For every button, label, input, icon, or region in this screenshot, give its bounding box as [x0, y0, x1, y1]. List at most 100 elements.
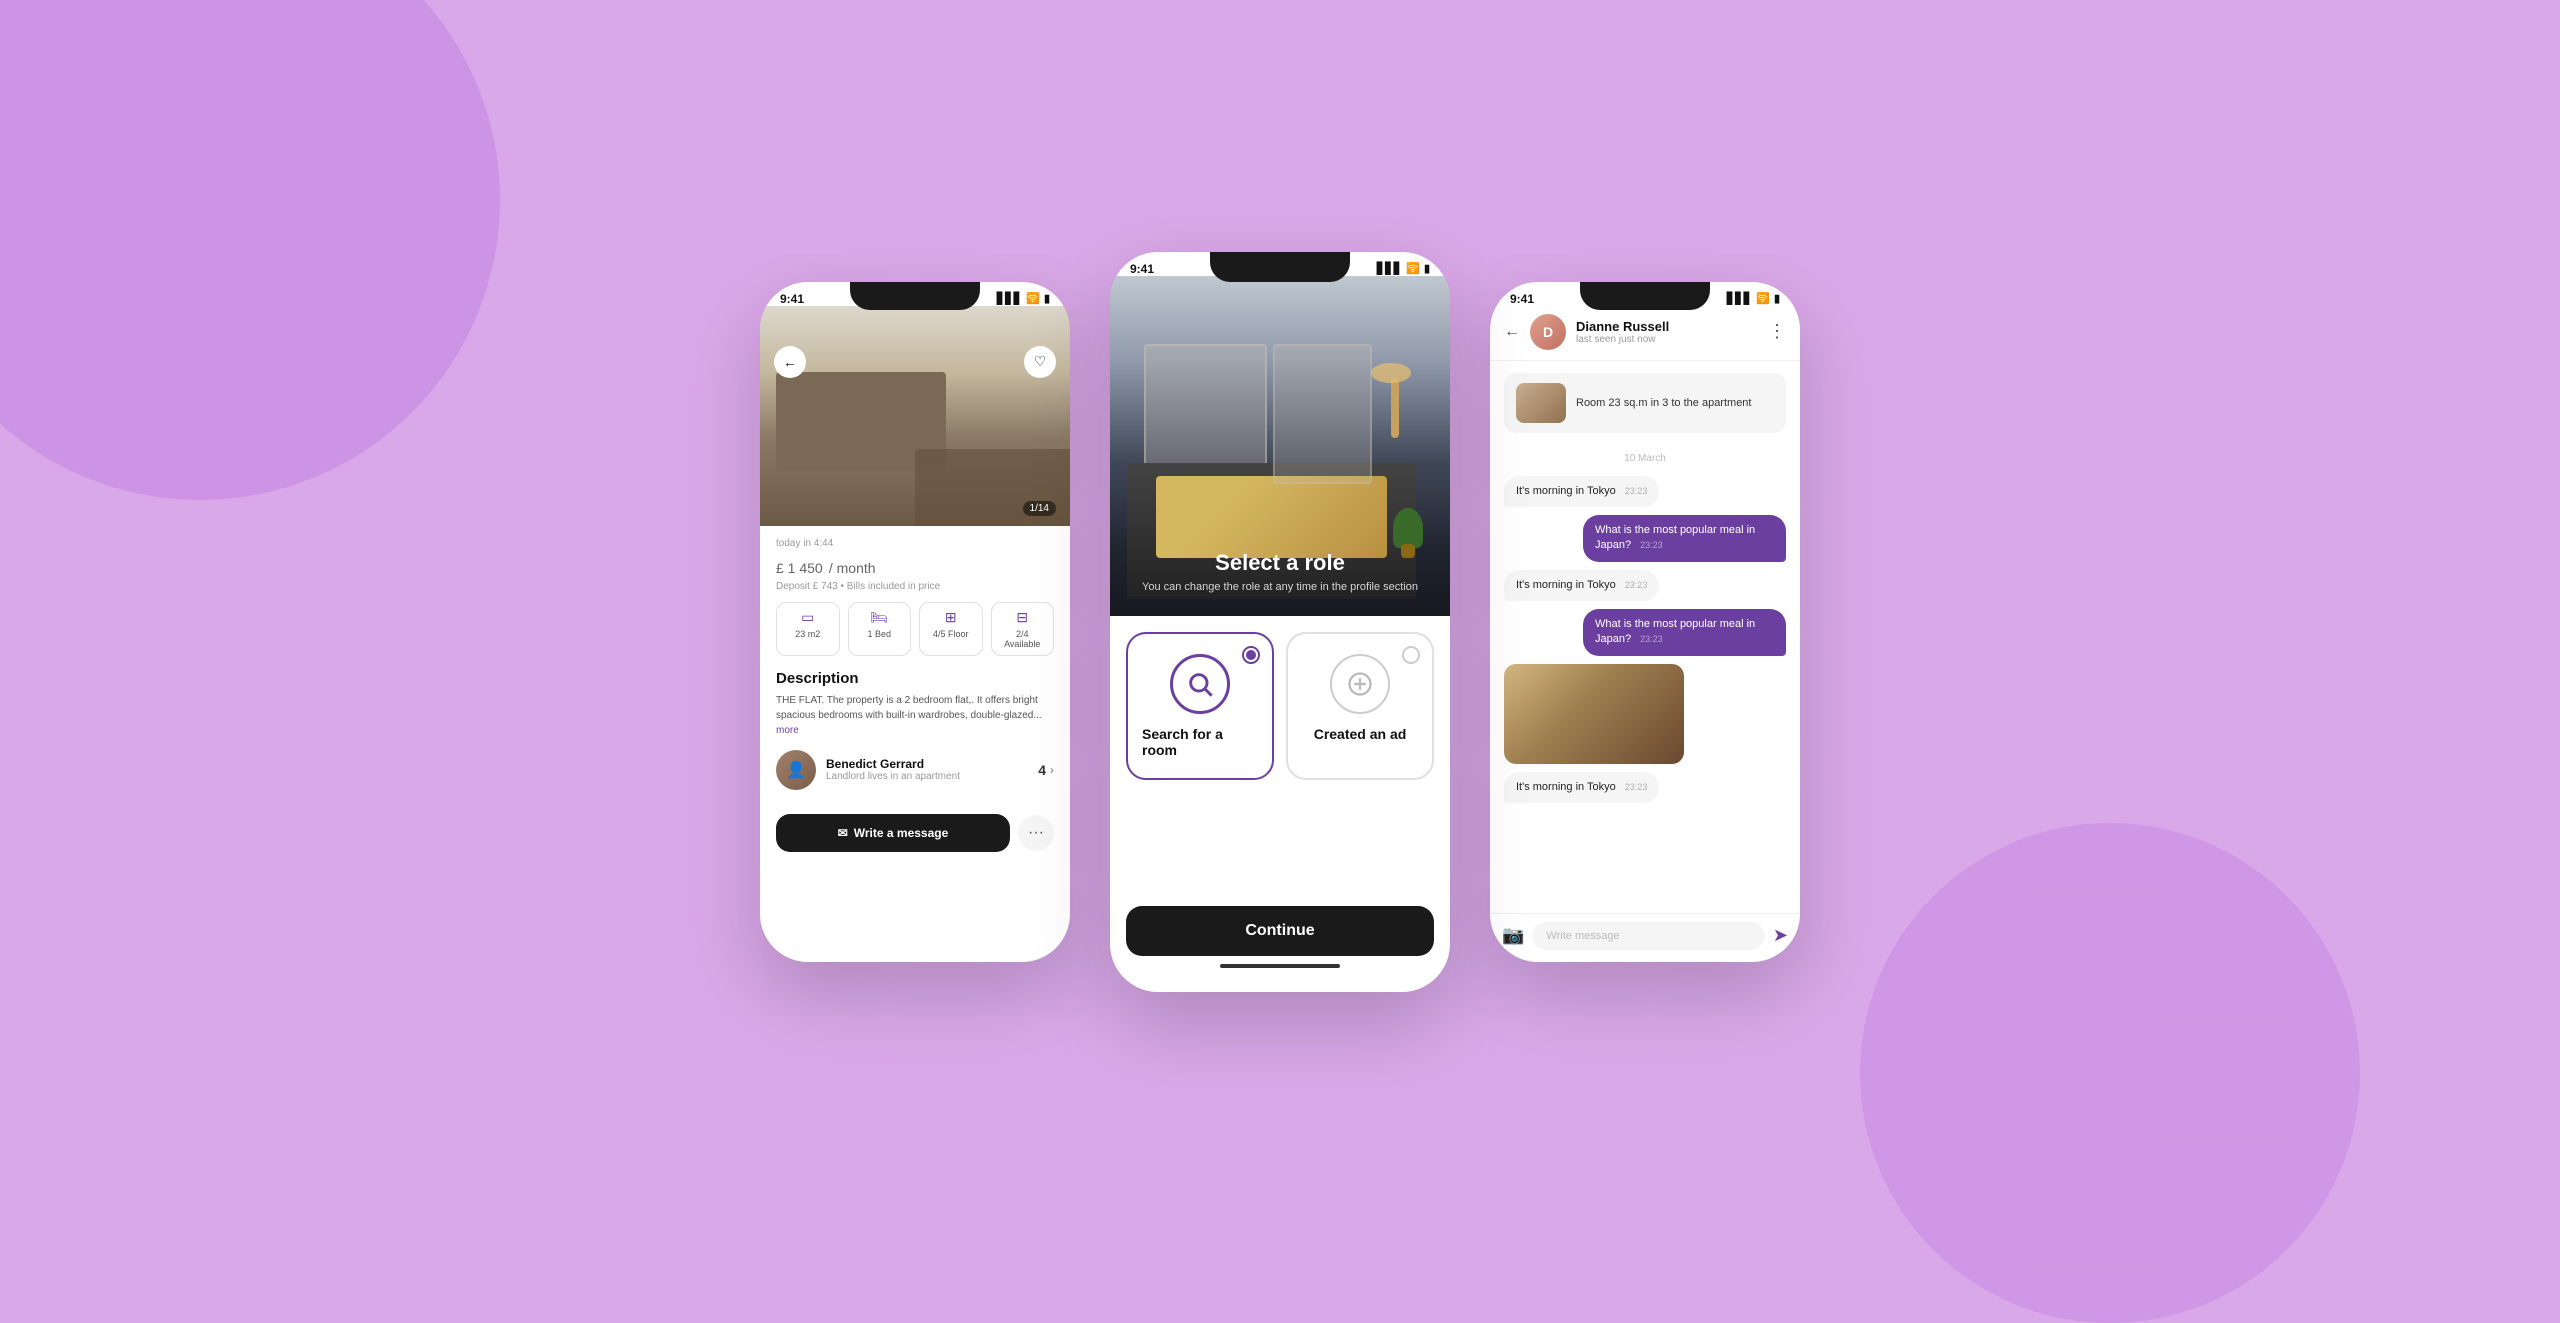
landlord-subtitle: Landlord lives in an apartment — [826, 771, 1028, 782]
message-bubble: It's morning in Tokyo 23:23 — [1504, 476, 1659, 507]
chat-messages: Room 23 sq.m in 3 to the apartment 10 Ma… — [1490, 361, 1800, 913]
message-row: It's morning in Tokyo 23:23 — [1504, 772, 1786, 803]
listing-date: today in 4:44 — [776, 538, 1054, 549]
radio-selected-icon — [1242, 646, 1260, 664]
more-options-button[interactable]: ⋮ — [1768, 321, 1786, 342]
description-text: THE FLAT. The property is a 2 bedroom fl… — [776, 693, 1054, 738]
role-cards-area: Search for a room Created an ad — [1110, 616, 1450, 992]
chevron-right-icon: › — [1050, 763, 1054, 777]
role-text-overlay: Select a role You can change the role at… — [1110, 550, 1450, 595]
phone1-notch — [850, 282, 980, 310]
phone3-notch — [1580, 282, 1710, 310]
image-counter: 1/14 — [1023, 501, 1056, 516]
description-title: Description — [776, 670, 1054, 687]
chat-status: last seen just now — [1576, 334, 1758, 345]
date-divider: 10 March — [1504, 453, 1786, 464]
phone2-status-icons: ▋▋▋ 🛜 ▮ — [1377, 262, 1430, 275]
message-bubble: What is the most popular meal in Japan? … — [1583, 609, 1786, 656]
property-card-message: Room 23 sq.m in 3 to the apartment — [1504, 373, 1786, 433]
room-thumbnail — [1504, 664, 1684, 764]
message-bubble: What is the most popular meal in Japan? … — [1583, 515, 1786, 562]
phones-container: 9:41 ▋▋▋ 🛜 ▮ ← ♡ 1/14 today in 4:44 £ 1 … — [760, 252, 1800, 992]
phone-listing: 9:41 ▋▋▋ 🛜 ▮ ← ♡ 1/14 today in 4:44 £ 1 … — [760, 282, 1070, 962]
feature-bed: 🛏 1 Bed — [848, 602, 912, 656]
radio-empty-icon — [1402, 646, 1420, 664]
phone3-status-icons: ▋▋▋ 🛜 ▮ — [1727, 292, 1780, 305]
message-row: What is the most popular meal in Japan? … — [1504, 515, 1786, 562]
bed-label: 1 Bed — [867, 629, 891, 639]
property-image-message — [1504, 664, 1684, 764]
listing-price: £ 1 450 / month — [776, 553, 1054, 579]
phone1-time: 9:41 — [780, 292, 804, 306]
favorite-button[interactable]: ♡ — [1024, 346, 1056, 378]
listing-body: today in 4:44 £ 1 450 / month Deposit £ … — [760, 526, 1070, 814]
listing-features: ▭ 23 m2 🛏 1 Bed ⊞ 4/5 Floor ⊟ 2/4 Availa… — [776, 602, 1054, 656]
role-card-ad[interactable]: Created an ad — [1286, 632, 1434, 780]
camera-button[interactable]: 📷 — [1502, 925, 1524, 946]
feature-area: ▭ 23 m2 — [776, 602, 840, 656]
battery-icon: ▮ — [1774, 292, 1780, 305]
more-options-button[interactable]: ··· — [1018, 815, 1054, 851]
role-cards: Search for a room Created an ad — [1126, 632, 1434, 780]
phone3-content: 9:41 ▋▋▋ 🛜 ▮ ← D Dianne Russell last see… — [1490, 282, 1800, 962]
chat-header: ← D Dianne Russell last seen just now ⋮ — [1490, 306, 1800, 361]
home-bar — [1220, 964, 1340, 968]
chat-username: Dianne Russell — [1576, 319, 1758, 334]
area-icon: ▭ — [801, 609, 814, 626]
wifi-icon: 🛜 — [1026, 292, 1040, 305]
role-title: Select a role — [1110, 550, 1450, 576]
plant-decoration — [1393, 508, 1423, 548]
image-message-row — [1504, 664, 1786, 764]
message-row: What is the most popular meal in Japan? … — [1504, 609, 1786, 656]
battery-icon: ▮ — [1044, 292, 1050, 305]
property-image: ← ♡ 1/14 — [760, 306, 1070, 526]
battery-icon: ▮ — [1424, 262, 1430, 275]
room-scene — [760, 306, 1070, 526]
ad-role-label: Created an ad — [1314, 726, 1407, 742]
message-time: 23:23 — [1640, 540, 1663, 550]
search-large-icon — [1170, 654, 1230, 714]
property-thumb — [1516, 383, 1566, 423]
back-button[interactable]: ← — [774, 346, 806, 378]
landlord-row: 👤 Benedict Gerrard Landlord lives in an … — [776, 750, 1054, 790]
role-card-search[interactable]: Search for a room — [1126, 632, 1274, 780]
home-indicator — [1126, 956, 1434, 976]
message-row: It's morning in Tokyo 23:23 — [1504, 476, 1786, 507]
chat-avatar: D — [1530, 314, 1566, 350]
message-bubble: It's morning in Tokyo 23:23 — [1504, 570, 1659, 601]
message-row: It's morning in Tokyo 23:23 — [1504, 570, 1786, 601]
floor-label: 4/5 Floor — [933, 629, 969, 639]
area-label: 23 m2 — [795, 629, 820, 639]
landlord-avatar: 👤 — [776, 750, 816, 790]
message-time: 23:23 — [1625, 782, 1648, 792]
message-time: 23:23 — [1625, 580, 1648, 590]
phone2-content: 9:41 ▋▋▋ 🛜 ▮ Select a role You can chang… — [1110, 252, 1450, 992]
envelope-icon: ✉ — [838, 826, 848, 840]
listing-subtitle: Deposit £ 743 • Bills included in price — [776, 581, 1054, 592]
back-button[interactable]: ← — [1504, 323, 1520, 341]
add-large-icon — [1330, 654, 1390, 714]
phone2-notch — [1210, 252, 1350, 282]
write-message-button[interactable]: ✉ Write a message — [776, 814, 1010, 852]
send-button[interactable]: ➤ — [1773, 925, 1788, 946]
bed-icon: 🛏 — [870, 609, 888, 626]
feature-floor: ⊞ 4/5 Floor — [919, 602, 983, 656]
message-bubble: It's morning in Tokyo 23:23 — [1504, 772, 1659, 803]
wifi-icon: 🛜 — [1756, 292, 1770, 305]
message-time: 23:23 — [1640, 634, 1663, 644]
phone2-time: 9:41 — [1130, 262, 1154, 276]
landlord-name: Benedict Gerrard — [826, 757, 1028, 771]
property-card-text: Room 23 sq.m in 3 to the apartment — [1576, 397, 1751, 409]
chat-user-info: Dianne Russell last seen just now — [1576, 319, 1758, 345]
landlord-count[interactable]: 4 › — [1038, 762, 1054, 778]
message-input[interactable]: Write message — [1532, 922, 1764, 950]
available-icon: ⊟ — [1016, 609, 1028, 626]
phone1-content: 9:41 ▋▋▋ 🛜 ▮ ← ♡ 1/14 today in 4:44 £ 1 … — [760, 282, 1070, 962]
read-more-link[interactable]: more — [776, 725, 799, 736]
chat-input-bar: 📷 Write message ➤ — [1490, 913, 1800, 962]
continue-button[interactable]: Continue — [1126, 906, 1434, 956]
phone1-status-icons: ▋▋▋ 🛜 ▮ — [997, 292, 1050, 305]
available-label: 2/4 Available — [1000, 629, 1046, 649]
message-bar: ✉ Write a message ··· — [760, 814, 1070, 864]
landlord-info: Benedict Gerrard Landlord lives in an ap… — [826, 757, 1028, 782]
